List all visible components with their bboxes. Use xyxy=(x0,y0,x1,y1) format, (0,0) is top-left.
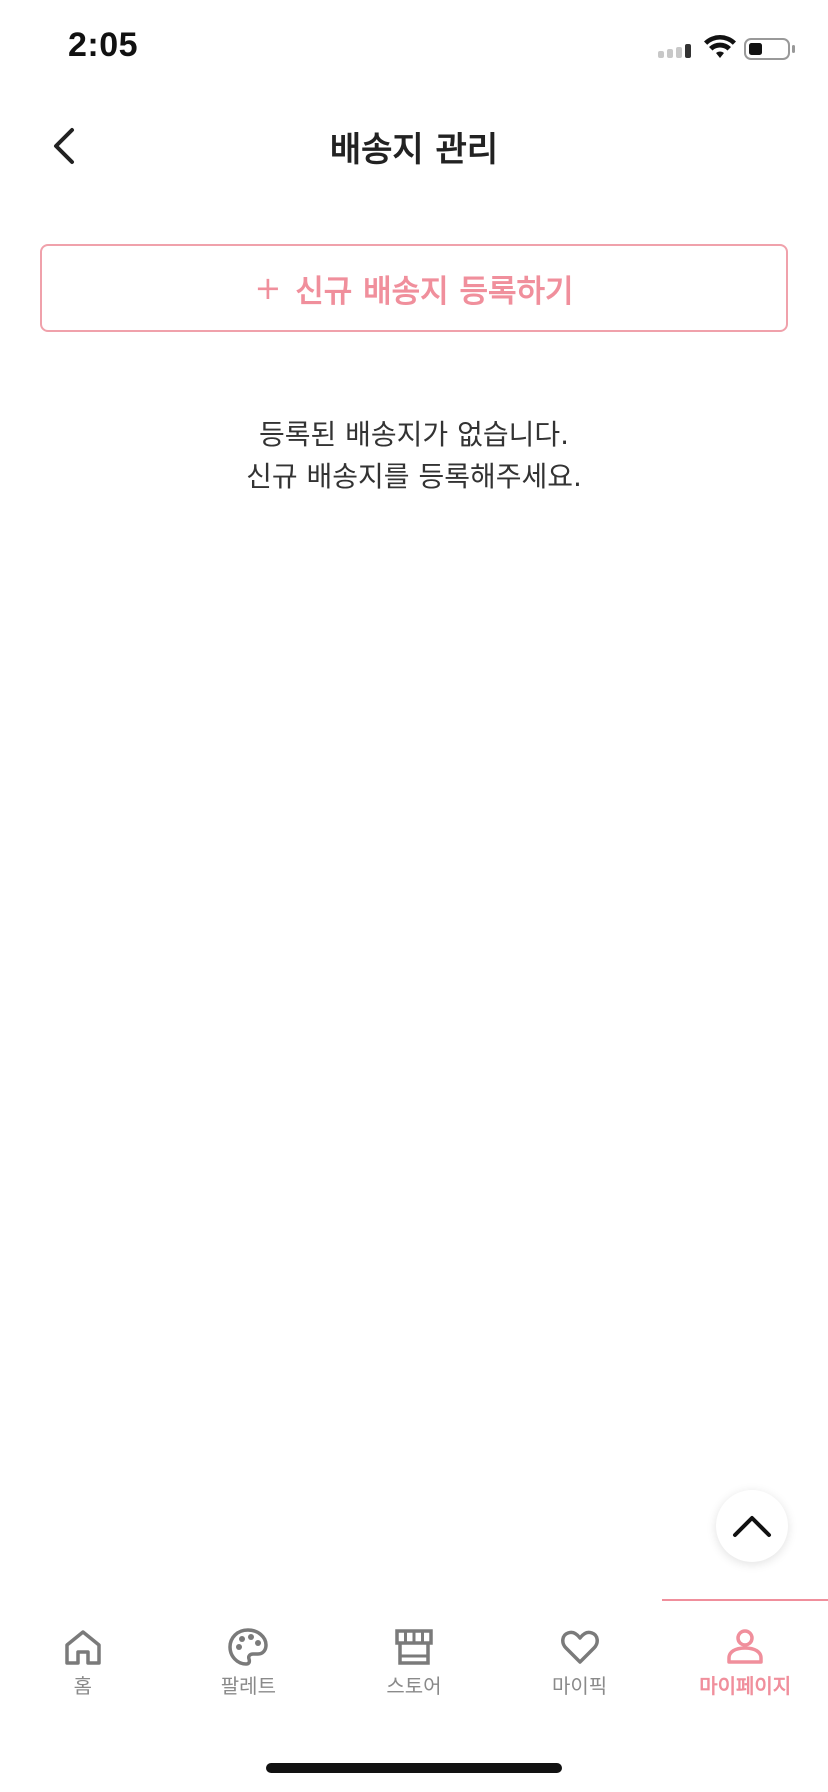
home-indicator xyxy=(266,1763,562,1773)
empty-state-line-2: 신규 배송지를 등록해주세요. xyxy=(246,460,582,493)
home-icon xyxy=(65,1630,101,1665)
tab-home-label: 홈 xyxy=(73,1674,92,1698)
chevron-up-icon xyxy=(733,1516,771,1537)
tab-palette-label: 팔레트 xyxy=(220,1674,276,1698)
person-icon xyxy=(727,1629,763,1664)
add-address-button[interactable]: + 신규 배송지 등록하기 xyxy=(40,244,788,332)
tab-bar: 홈 팔레트 스토어 마이픽 마이페이지 xyxy=(0,1598,828,1708)
empty-state-line-1: 등록된 배송지가 없습니다. xyxy=(258,418,570,451)
tab-store[interactable]: 스토어 xyxy=(331,1598,497,1708)
heart-icon xyxy=(560,1630,599,1664)
store-icon xyxy=(395,1629,433,1665)
header: 배송지 관리 xyxy=(0,100,828,192)
add-address-label: 신규 배송지 등록하기 xyxy=(295,273,574,310)
tab-mypick[interactable]: 마이픽 xyxy=(497,1598,663,1708)
scroll-to-top-button[interactable] xyxy=(716,1490,788,1562)
empty-state-message: 등록된 배송지가 없습니다. 신규 배송지를 등록해주세요. xyxy=(0,414,828,498)
status-time: 2:05 xyxy=(68,26,139,64)
battery-icon xyxy=(744,38,795,60)
cellular-signal-icon xyxy=(658,44,691,58)
tab-mypick-label: 마이픽 xyxy=(551,1674,608,1698)
page-title: 배송지 관리 xyxy=(329,130,499,170)
tab-mypage-label: 마이페이지 xyxy=(699,1674,792,1698)
palette-icon xyxy=(228,1628,269,1666)
status-icons xyxy=(658,34,796,66)
tab-home[interactable]: 홈 xyxy=(0,1598,166,1708)
tab-mypage[interactable]: 마이페이지 xyxy=(662,1598,828,1708)
plus-icon: + xyxy=(254,269,282,307)
status-bar: 2:05 xyxy=(0,0,828,100)
tab-palette[interactable]: 팔레트 xyxy=(166,1598,332,1708)
wifi-icon xyxy=(704,35,736,58)
tab-store-label: 스토어 xyxy=(386,1674,442,1698)
